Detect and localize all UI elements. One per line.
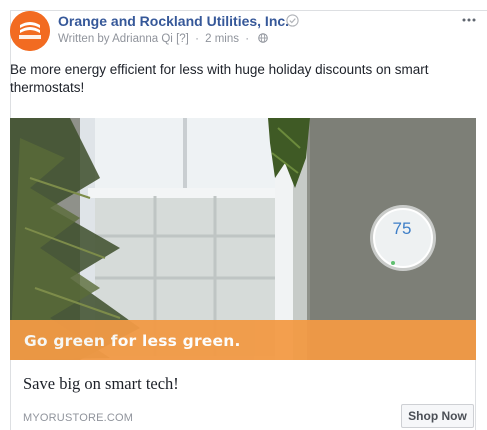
ad-domain: MYORUSTORE.COM (23, 412, 134, 424)
help-marker[interactable]: [?] (176, 33, 189, 45)
post-time[interactable]: 2 mins (205, 33, 239, 45)
byline-separator: · (195, 33, 199, 45)
ad-link-preview[interactable]: Save big on smart tech! MYORUSTORE.COM S… (10, 360, 476, 430)
byline-prefix: Written by (58, 33, 110, 45)
banner-text: Go green for less green. (24, 332, 241, 350)
page-avatar[interactable] (10, 11, 50, 51)
page-name-link[interactable]: Orange and Rockland Utilities, Inc. (58, 13, 289, 29)
more-options-icon[interactable] (462, 17, 476, 23)
check-circle-icon (286, 14, 299, 27)
ad-banner: Go green for less green. (10, 320, 476, 360)
orange-rockland-logo-icon (10, 11, 50, 51)
thermostat-reading: 75 (392, 219, 412, 238)
globe-icon[interactable] (258, 33, 269, 43)
post-byline: Written by Adrianna Qi [?] · 2 mins · (58, 33, 269, 45)
post-header: Orange and Rockland Utilities, Inc. Writ… (10, 11, 476, 55)
post-message: Be more energy efficient for less with h… (10, 62, 429, 95)
author-name[interactable]: Adrianna Qi (112, 33, 173, 45)
ad-image[interactable]: 75 Go green for less green. (10, 118, 476, 360)
ad-headline[interactable]: Save big on smart tech! (23, 374, 179, 394)
shop-now-button[interactable]: Shop Now (401, 404, 474, 428)
byline-separator: · (245, 33, 250, 45)
